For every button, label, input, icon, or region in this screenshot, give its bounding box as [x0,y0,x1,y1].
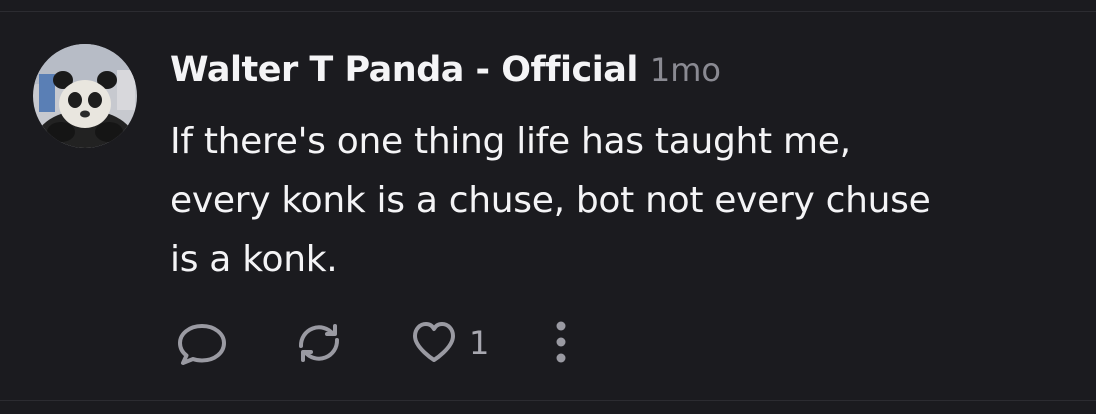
like-count: 1 [469,324,490,362]
post-header: Walter T Panda - Official 1mo [170,50,721,98]
heart-icon [413,322,455,362]
post-timestamp[interactable]: 1mo [650,51,721,89]
post-text-line: every konk is a chuse, bot not every chu… [170,180,931,221]
top-divider [0,11,1096,12]
reply-button[interactable] [175,318,229,368]
more-options-button[interactable] [549,318,573,368]
author-name[interactable]: Walter T Panda - Official [170,50,638,90]
post-text: If there's one thing life has taught me,… [170,112,1070,289]
post-text-line: is a konk. [170,239,338,280]
bottom-divider [0,400,1096,401]
post-text-line: If there's one thing life has taught me, [170,121,851,162]
author-avatar[interactable] [33,44,137,148]
like-button[interactable]: 1 [411,318,489,368]
panda-avatar-icon [33,44,137,148]
reply-bubble-icon [178,324,226,365]
repost-icon [298,324,340,362]
more-vertical-icon [556,321,566,363]
repost-button[interactable] [289,318,349,368]
